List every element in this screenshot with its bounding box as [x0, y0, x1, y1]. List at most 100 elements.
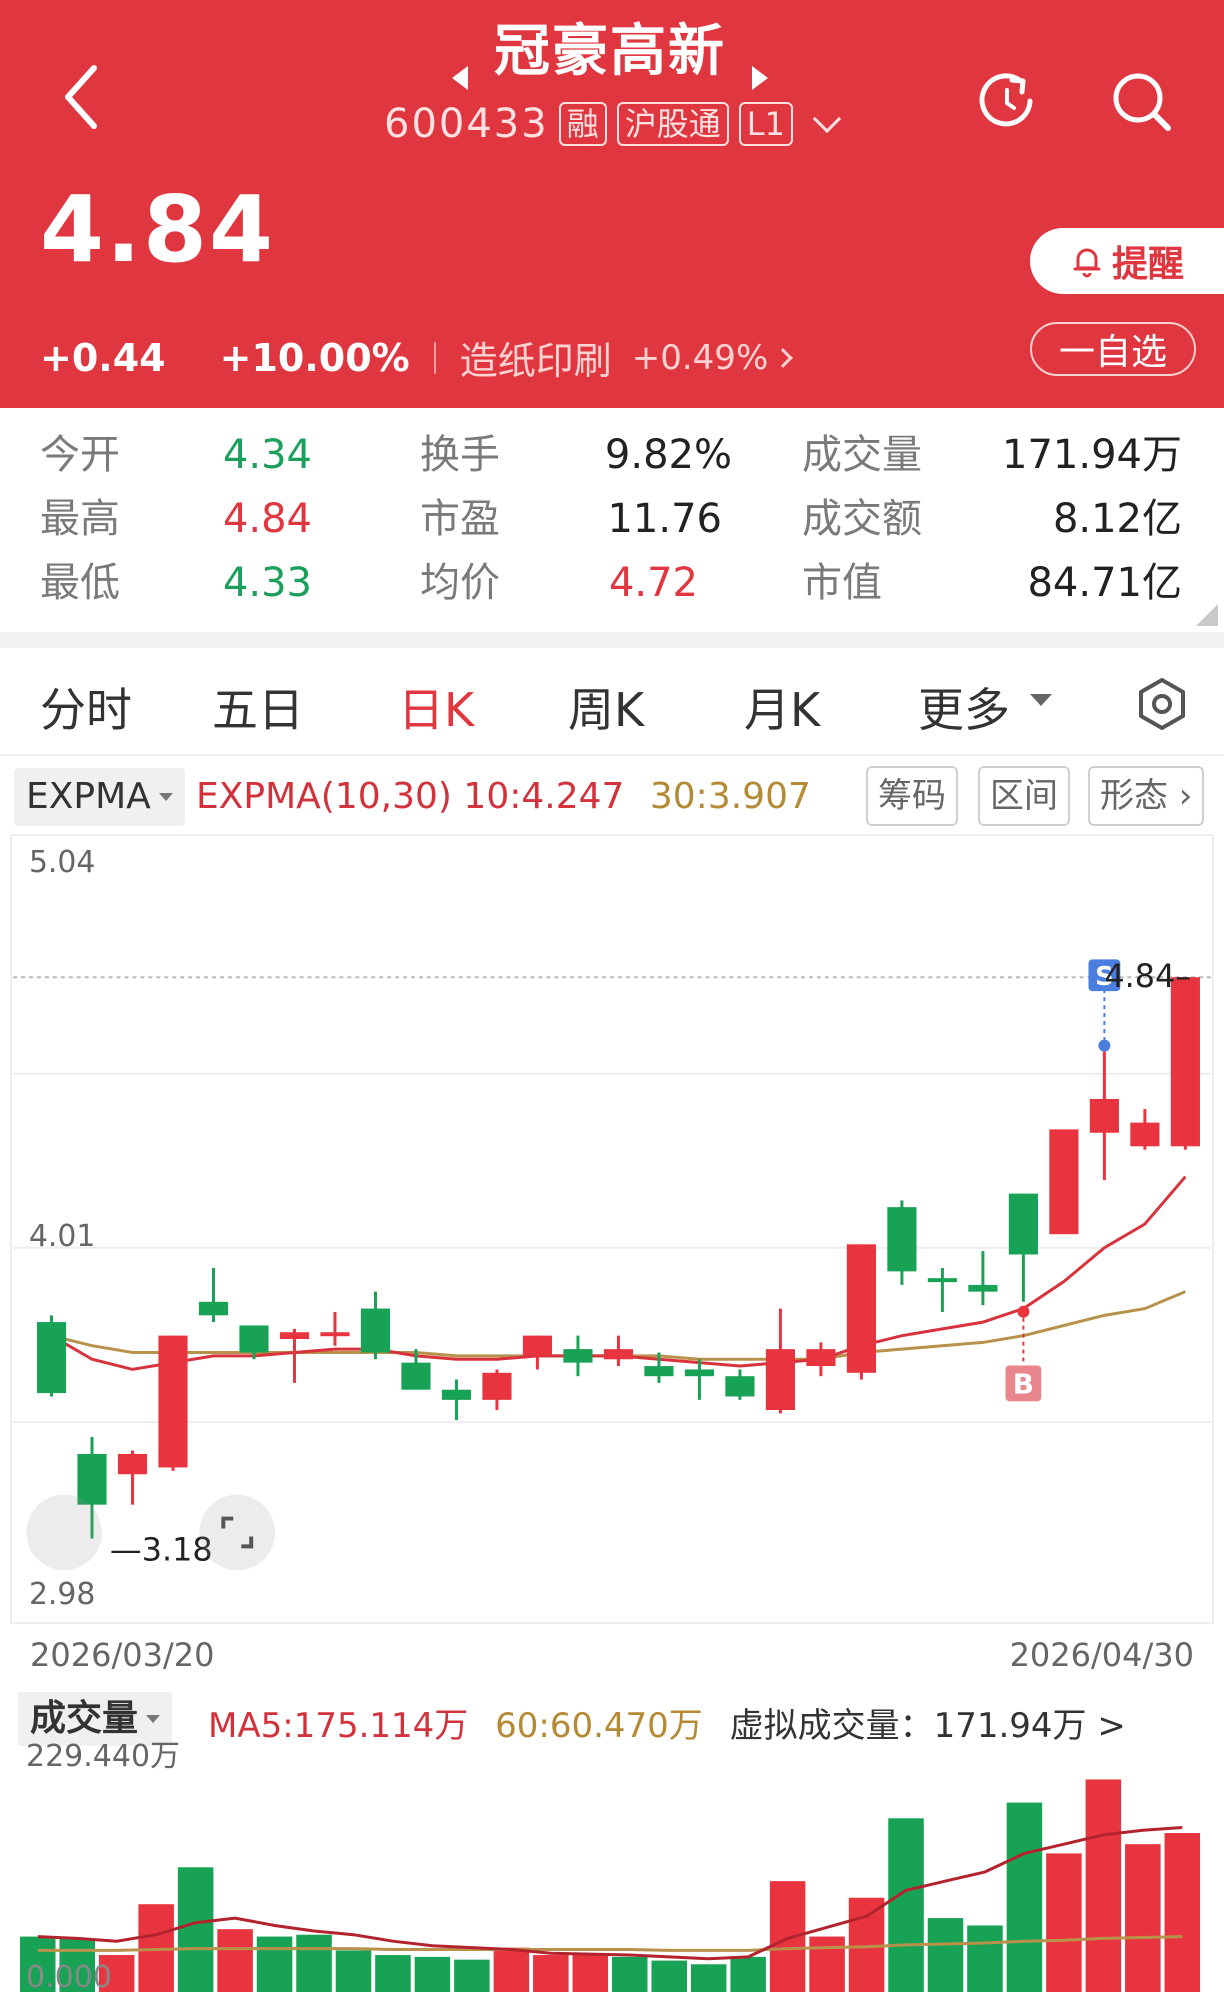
candle	[806, 1342, 836, 1377]
volume-selector[interactable]: 成交量	[18, 1692, 173, 1746]
tab-monthly-k[interactable]: 月K	[744, 674, 820, 740]
pattern-button[interactable]: 形态 ›	[1088, 766, 1205, 826]
tag-level1: L1	[738, 102, 793, 146]
fullscreen-icon	[199, 1494, 276, 1571]
volume-bar	[177, 1867, 214, 1992]
sector-name[interactable]: 造纸印刷	[460, 330, 612, 385]
sector-change-pct[interactable]: +0.49%	[632, 338, 769, 378]
stat-label: 最高	[40, 496, 120, 542]
alert-button[interactable]: 提醒	[1030, 228, 1224, 294]
candle	[360, 1291, 391, 1360]
volume-selector-label: 成交量	[30, 1698, 139, 1739]
date-start: 2026/03/20	[30, 1636, 215, 1674]
next-stock-icon[interactable]	[752, 66, 768, 90]
prev-stock-icon[interactable]	[452, 66, 468, 90]
watchlist-button[interactable]: 一自选	[1030, 322, 1196, 376]
high-price-marker: 4.84–	[1104, 957, 1191, 995]
candle	[36, 1315, 67, 1397]
indicator-values: EXPMA(10,30) 10:4.247 30:3.907	[196, 774, 811, 820]
volume-bar	[612, 1956, 648, 1992]
range-button[interactable]: 区间	[978, 766, 1070, 826]
stat-avg-price: 4.72	[608, 560, 698, 606]
chips-button[interactable]: 筹码	[866, 766, 958, 826]
back-arrow-icon[interactable]	[58, 62, 106, 132]
stat-label: 换手	[420, 432, 500, 478]
y-axis-max-label: 5.04	[29, 845, 95, 880]
volume-bar	[256, 1936, 293, 1992]
stat-open: 4.34	[222, 432, 312, 478]
indicator-selector[interactable]: EXPMA	[14, 768, 185, 826]
stock-name: 冠豪高新	[494, 19, 726, 84]
chevron-right-icon[interactable]	[773, 347, 794, 368]
tag-stock-connect: 沪股通	[616, 102, 729, 146]
tab-five-day[interactable]: 五日	[212, 674, 304, 740]
candle-body	[441, 1389, 472, 1400]
volume-bar	[533, 1955, 569, 1992]
chevron-down-icon[interactable]	[812, 104, 842, 134]
stat-label: 均价	[420, 560, 500, 606]
stat-label: 今开	[40, 432, 120, 478]
candle	[603, 1335, 634, 1367]
candle	[765, 1308, 796, 1414]
candle	[522, 1335, 553, 1370]
candle-body	[927, 1278, 957, 1283]
candle	[684, 1359, 715, 1400]
stock-code: 600433	[384, 101, 549, 147]
expand-corner-icon[interactable]	[1196, 604, 1218, 626]
candle	[968, 1251, 998, 1306]
quote-stats: 今开 4.34 换手 9.82% 成交量 171.94万 最高 4.84 市盈 …	[0, 408, 1224, 632]
tab-daily-k[interactable]: 日K	[398, 674, 474, 740]
candle-body	[846, 1244, 876, 1373]
y-axis-min-label: 2.98	[29, 1577, 95, 1612]
candle-body	[239, 1325, 269, 1353]
stat-pe: 11.76	[607, 496, 722, 542]
candle	[846, 1244, 876, 1380]
chart-tabs: 分时 五日 日K 周K 月K 更多	[0, 648, 1224, 756]
candle-body	[77, 1453, 107, 1505]
candlestick-chart[interactable]: —3.18S4.84–B 5.04 4.01 2.98	[10, 834, 1214, 1624]
volume-bar	[296, 1934, 332, 1992]
search-icon[interactable]	[1108, 68, 1174, 134]
pattern-button-label: 形态	[1100, 776, 1168, 816]
volume-bar	[1085, 1779, 1122, 1992]
candle-body	[36, 1322, 67, 1394]
dropdown-caret-icon[interactable]	[1030, 694, 1052, 706]
candle	[1089, 1051, 1119, 1181]
stat-volume: 171.94万	[1002, 432, 1182, 478]
stat-low: 4.33	[222, 560, 312, 606]
candle-body	[482, 1372, 512, 1400]
volume-bar	[967, 1925, 1003, 1992]
indicator-row: EXPMA EXPMA(10,30) 10:4.247 30:3.907 筹码 …	[0, 760, 1224, 834]
refresh-icon[interactable]	[974, 68, 1040, 134]
volume-bar	[217, 1929, 253, 1992]
candle	[320, 1311, 350, 1346]
candle-body	[1170, 977, 1200, 1147]
settings-icon[interactable]	[1134, 676, 1190, 732]
stock-code-row[interactable]: 600433 融 沪股通 L1	[384, 100, 842, 148]
sell-signal-dot	[1098, 1039, 1111, 1052]
candle	[1008, 1193, 1038, 1302]
volume-bar	[809, 1936, 845, 1992]
tab-weekly-k[interactable]: 周K	[568, 674, 644, 740]
candle	[563, 1335, 593, 1377]
buy-signal-dot	[1017, 1305, 1030, 1318]
candle	[725, 1369, 755, 1400]
expma-10-value: 10:4.247	[463, 776, 625, 817]
caret-down-icon	[146, 1715, 161, 1723]
candle-body	[198, 1301, 229, 1316]
volume-chart[interactable]: 229.440万 0.000	[10, 1740, 1214, 2001]
volume-bar	[1006, 1802, 1043, 1992]
date-axis: 2026/03/20 2026/04/30	[10, 1630, 1214, 1684]
candle-body	[1049, 1129, 1079, 1235]
candle-body	[968, 1284, 998, 1292]
stat-label: 成交额	[802, 496, 922, 542]
stock-title-group: 冠豪高新	[380, 19, 840, 90]
candle-body	[360, 1308, 391, 1353]
volume-bar	[769, 1881, 806, 1992]
buy-signal-text: B	[1013, 1367, 1034, 1400]
volume-bar	[1125, 1844, 1161, 1992]
tab-intraday[interactable]: 分时	[40, 674, 132, 740]
indicator-selector-label: EXPMA	[26, 776, 151, 817]
tab-more[interactable]: 更多	[918, 674, 1010, 740]
expma-label: EXPMA(10,30)	[196, 776, 452, 817]
